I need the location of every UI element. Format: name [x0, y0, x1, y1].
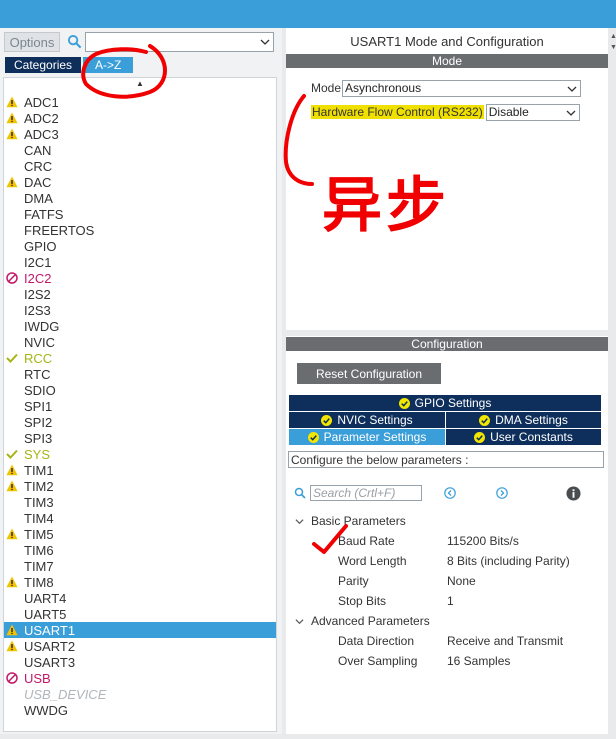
annotation-text: 异步: [322, 171, 450, 241]
annotation-bracket: [283, 94, 314, 186]
annotation-checkmark: [312, 524, 348, 554]
annotation-layer: 异步: [81, 44, 450, 554]
annotation-circle: [81, 44, 167, 99]
